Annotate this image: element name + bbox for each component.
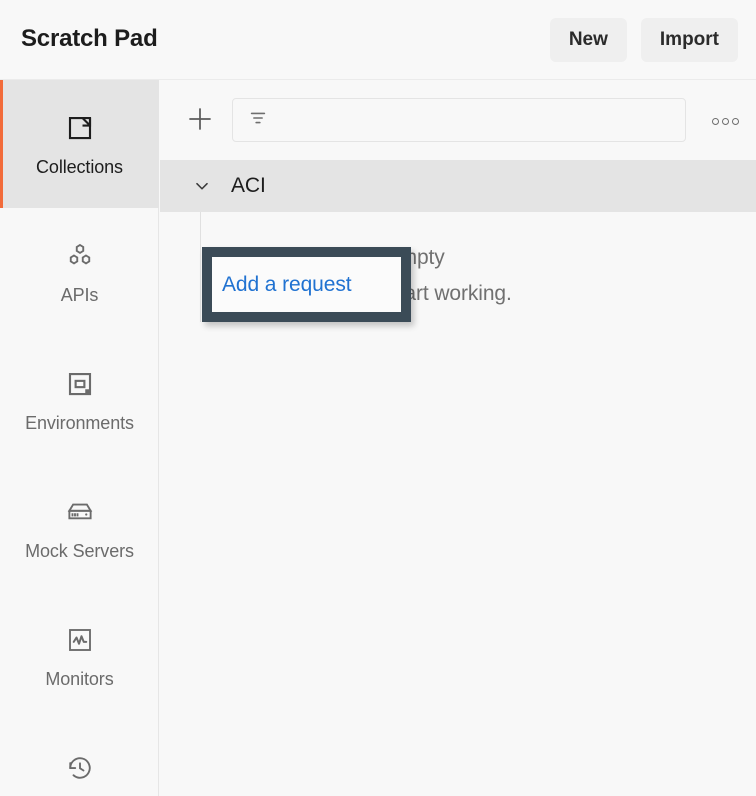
collections-panel: ACI This collection is empty Add a reque… xyxy=(160,80,756,796)
plus-icon xyxy=(185,104,215,137)
sidebar-item-label: APIs xyxy=(61,285,99,306)
sidebar-item-mock-servers[interactable]: Mock Servers xyxy=(0,464,159,592)
add-a-request-link[interactable]: Add a request xyxy=(230,282,359,305)
add-new-button[interactable] xyxy=(182,102,218,138)
chevron-down-icon[interactable] xyxy=(190,174,214,198)
ellipsis-icon xyxy=(712,118,739,125)
sidebar-item-history[interactable]: History xyxy=(0,720,159,796)
sidebar-item-label: Mock Servers xyxy=(25,541,134,562)
sidebar-item-monitors[interactable]: Monitors xyxy=(0,592,159,720)
sidebar-item-label: Environments xyxy=(25,413,134,434)
import-button[interactable]: Import xyxy=(641,18,738,62)
collections-toolbar xyxy=(160,80,756,160)
more-options-button[interactable] xyxy=(706,102,744,140)
header-actions: New Import xyxy=(550,18,738,62)
sidebar-item-label: Collections xyxy=(36,157,123,178)
page-title: Scratch Pad xyxy=(21,25,158,53)
apis-icon xyxy=(63,239,97,273)
collection-row-aci[interactable]: ACI xyxy=(160,160,756,212)
collections-icon xyxy=(63,111,97,145)
sidebar-item-apis[interactable]: APIs xyxy=(0,208,159,336)
collection-body: This collection is empty Add a request t… xyxy=(160,212,756,796)
new-button[interactable]: New xyxy=(550,18,627,62)
empty-collection-message: This collection is empty Add a request t… xyxy=(230,240,730,312)
sidebar-item-label: Monitors xyxy=(45,669,113,690)
app-header: Scratch Pad New Import xyxy=(0,0,756,80)
monitors-icon xyxy=(63,623,97,657)
environments-icon xyxy=(63,367,97,401)
history-icon xyxy=(63,751,97,785)
empty-line-2: Add a request to start working. xyxy=(230,276,730,312)
collection-name: ACI xyxy=(231,174,266,198)
filter-field[interactable] xyxy=(232,98,686,142)
filter-icon xyxy=(247,107,269,134)
sidebar-item-environments[interactable]: Environments xyxy=(0,336,159,464)
search-input[interactable] xyxy=(279,111,659,129)
empty-line-2-suffix: to start working. xyxy=(359,282,511,305)
sidebar-item-collections[interactable]: Collections xyxy=(0,80,159,208)
postman-window: Scratch Pad New Import Collections xyxy=(0,0,756,796)
empty-line-1: This collection is empty xyxy=(230,240,730,276)
tree-indent-guide xyxy=(200,212,201,322)
sidebar-rail: Collections APIs Environments xyxy=(0,80,159,796)
mock-servers-icon xyxy=(63,495,97,529)
